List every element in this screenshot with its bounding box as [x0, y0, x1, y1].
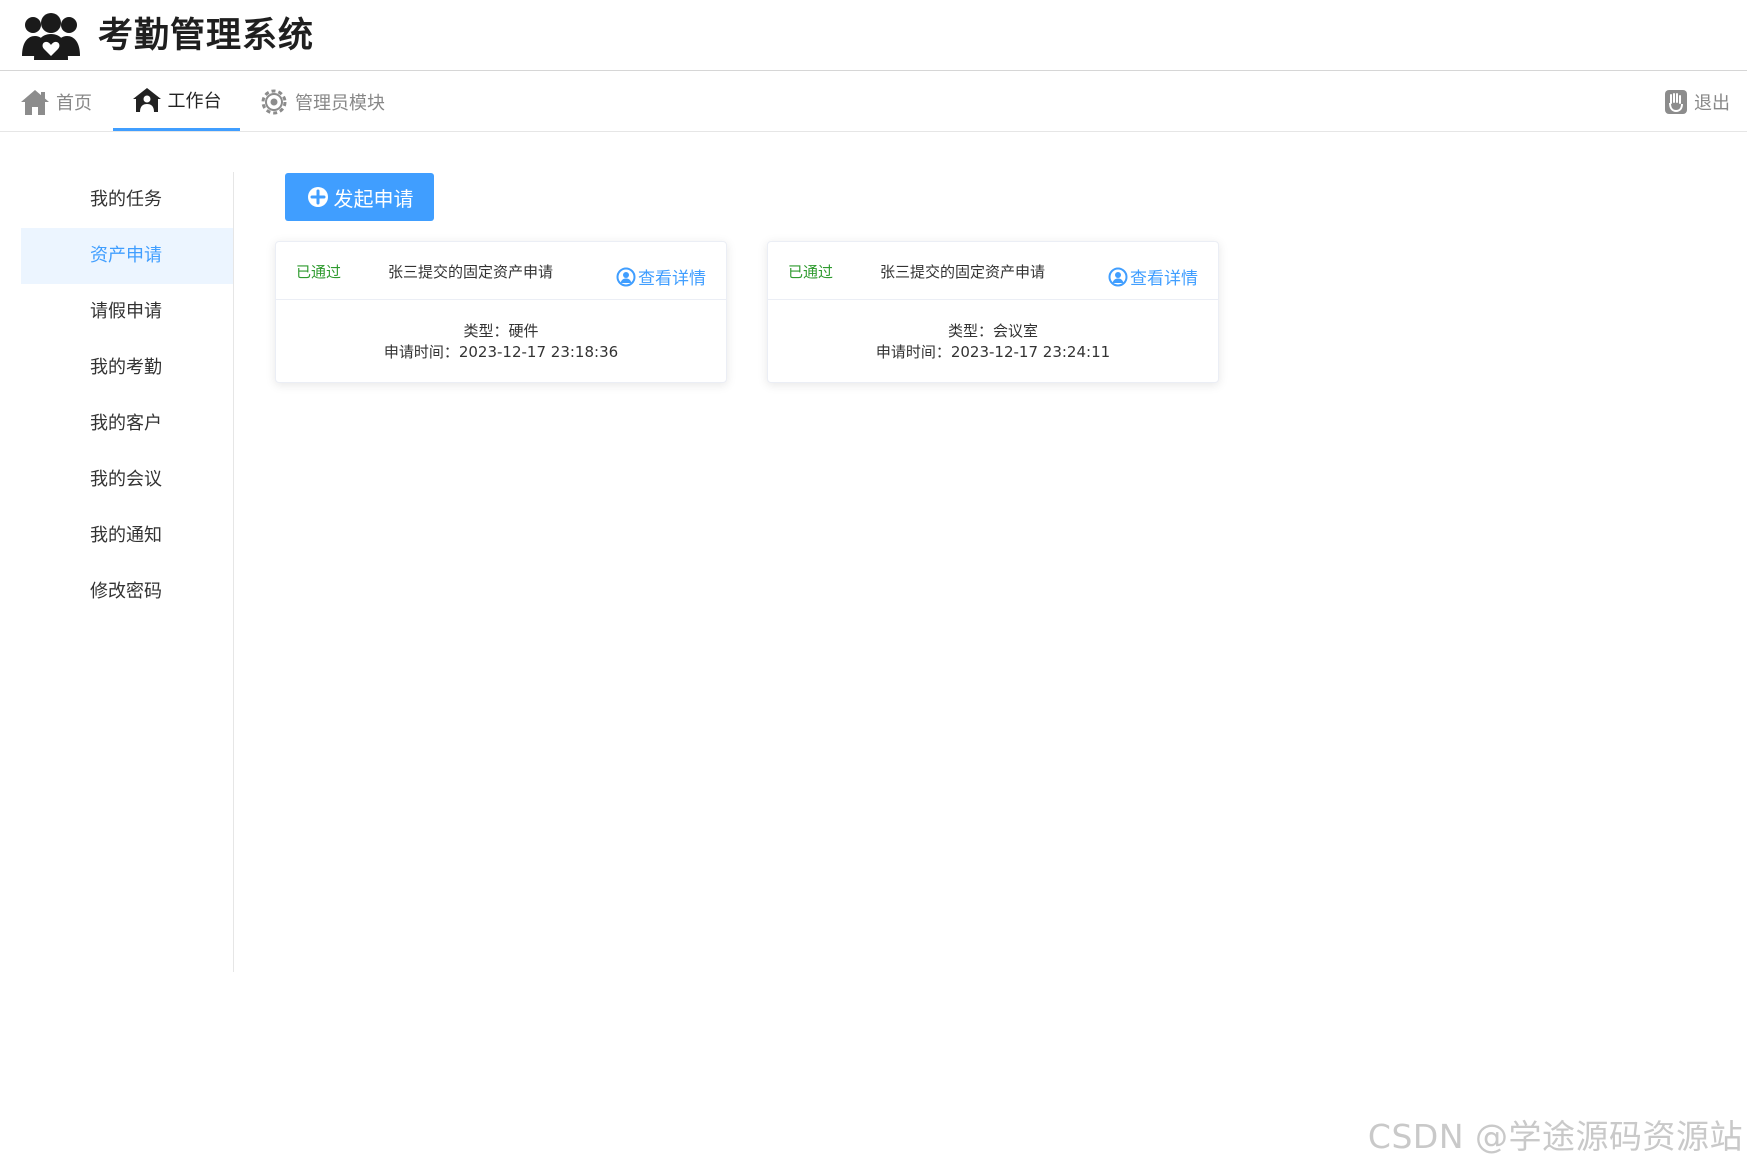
sidebar-item-asset-request[interactable]: 资产申请 [21, 228, 233, 284]
new-request-button[interactable]: 发起申请 [285, 173, 434, 221]
request-time: 申请时间：2023-12-17 23:18:36 [383, 343, 619, 361]
status-badge: 已通过 [296, 263, 342, 281]
sidebar-item-my-tasks[interactable]: 我的任务 [21, 172, 233, 228]
view-details-label: 查看详情 [638, 269, 706, 289]
request-card: 已通过 张三提交的固定资产申请 查看详情 类型：会议室 申请时间：2023-12… [767, 241, 1219, 383]
new-request-label: 发起申请 [333, 186, 414, 211]
request-card: 已通过 张三提交的固定资产申请 查看详情 类型：硬件 申请时间：2023-12-… [275, 241, 727, 383]
logout-icon [1665, 89, 1687, 114]
card-header: 已通过 张三提交的固定资产申请 查看详情 [276, 242, 726, 300]
card-body: 类型：会议室 申请时间：2023-12-17 23:24:11 [768, 321, 1218, 363]
view-details-label: 查看详情 [1130, 269, 1198, 289]
workbench-icon [132, 88, 161, 112]
nav-tab-label: 管理员模块 [295, 92, 385, 114]
sidebar-item-my-notifications[interactable]: 我的通知 [21, 508, 233, 564]
card-title: 张三提交的固定资产申请 [388, 263, 554, 281]
sidebar-item-change-password[interactable]: 修改密码 [21, 564, 233, 620]
app-title: 考勤管理系统 [98, 16, 315, 56]
gear-icon [261, 89, 287, 114]
sidebar-item-leave-request[interactable]: 请假申请 [21, 284, 233, 340]
request-time: 申请时间：2023-12-17 23:24:11 [875, 343, 1111, 361]
card-body: 类型：硬件 申请时间：2023-12-17 23:18:36 [276, 321, 726, 363]
request-type: 类型：会议室 [947, 322, 1038, 340]
view-details-link[interactable]: 查看详情 [616, 264, 706, 289]
nav-tab-workbench[interactable]: 工作台 [113, 72, 240, 131]
card-title: 张三提交的固定资产申请 [880, 263, 1046, 281]
card-header: 已通过 张三提交的固定资产申请 查看详情 [768, 242, 1218, 300]
user-search-icon [1108, 267, 1128, 286]
top-navigation: 首页 工作台 管理员模块 退出 [0, 72, 1747, 132]
nav-tab-label: 首页 [56, 92, 92, 114]
app-header: 考勤管理系统 [0, 0, 1747, 71]
plus-circle-icon [307, 187, 328, 207]
logout-button[interactable]: 退出 [1664, 72, 1730, 131]
sidebar-item-my-attendance[interactable]: 我的考勤 [21, 340, 233, 396]
logout-label: 退出 [1694, 92, 1730, 114]
request-type: 类型：硬件 [463, 322, 539, 340]
user-search-icon [616, 267, 636, 286]
view-details-link[interactable]: 查看详情 [1108, 264, 1198, 289]
watermark: CSDN @学途源码资源站 [1367, 1117, 1743, 1156]
home-icon [21, 89, 49, 115]
nav-tab-home[interactable]: 首页 [20, 72, 92, 131]
status-badge: 已通过 [788, 263, 834, 281]
nav-tab-admin[interactable]: 管理员模块 [259, 72, 385, 131]
sidebar-item-my-meetings[interactable]: 我的会议 [21, 452, 233, 508]
nav-tab-label: 工作台 [167, 91, 222, 112]
sidebar-menu: 我的任务 资产申请 请假申请 我的考勤 我的客户 我的会议 我的通知 修改密码 [21, 172, 234, 972]
sidebar-item-my-customers[interactable]: 我的客户 [21, 396, 233, 452]
people-heart-icon [22, 13, 80, 60]
